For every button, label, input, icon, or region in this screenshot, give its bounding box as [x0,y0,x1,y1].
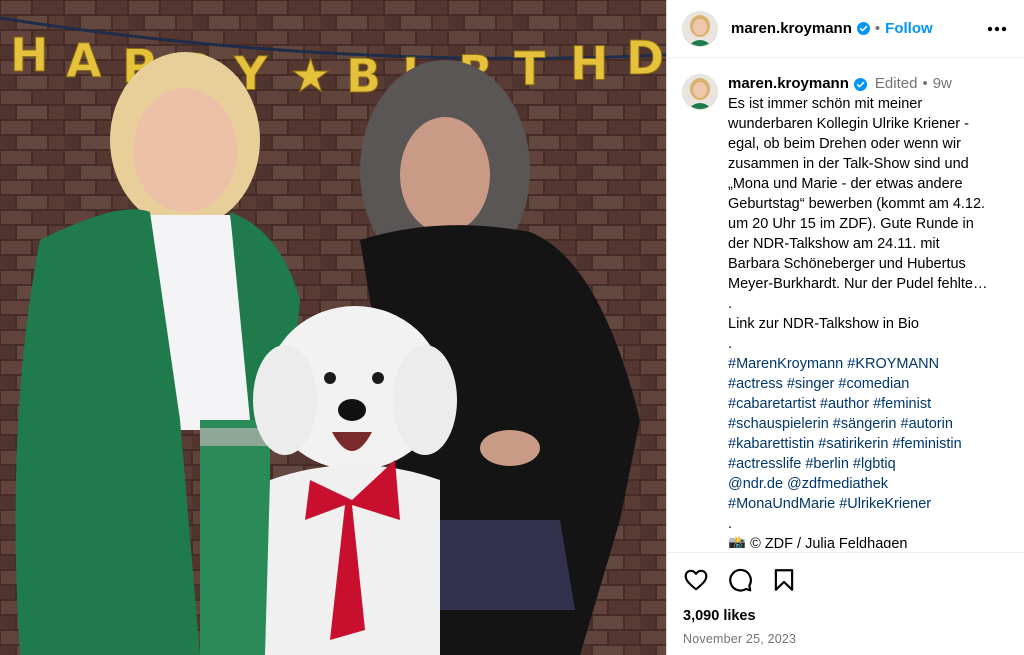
avatar[interactable] [683,11,717,46]
caption-separator: . [728,516,733,532]
caption-line: . [728,296,733,312]
post-date[interactable]: November 25, 2023 [683,632,1008,646]
hashtag-list: #MarenKroymann #KROYMANN #actress #singer… [728,354,1008,514]
caption-line: Barbara Schöneberger und Hubertus [728,256,966,272]
caption-username[interactable]: maren.kroymann [728,74,849,94]
verified-badge-icon [853,77,867,91]
action-icons [683,565,1008,595]
edited-label: Edited [874,75,918,92]
follow-button[interactable]: Follow [885,20,933,37]
hashtag-line[interactable]: #MonaUndMarie #UlrikeKriener [728,494,1008,514]
post-side-panel: maren.kroymann • Follow maren.kroymann E… [666,0,1024,655]
hashtag-line[interactable]: #actresslife #berlin #lgbtiq [728,454,1008,474]
caption-paragraph: Es ist immer schön mit meiner wunderbaren… [728,94,1008,354]
bookmark-icon[interactable] [771,567,797,593]
post-actions: 3,090 likes November 25, 2023 [667,552,1024,646]
more-options-icon[interactable] [986,18,1008,40]
instagram-post-view: HAPPY★BIRTHD [0,0,1024,655]
caption-header: maren.kroymann Edited • 9w [728,74,1008,94]
caption-line: der NDR-Talkshow am 24.11. mit [728,236,940,252]
caption-avatar[interactable] [683,75,717,109]
woman-left-face [133,88,237,212]
banner-letter: H [10,28,49,82]
hashtag-line[interactable]: #schauspielerin #sängerin #autorin [728,414,1008,434]
likes-count[interactable]: 3,090 likes [683,608,1008,624]
banner-letter: B [346,49,381,103]
woman-right-face [400,117,490,233]
caption-line: Link zur NDR-Talkshow in Bio [728,316,919,332]
caption-line: Meyer-Burkhardt. Nur der Pudel fehlte… [728,276,988,292]
caption-line: . [728,336,733,352]
caption: maren.kroymann Edited • 9w Es ist immer … [667,62,1024,548]
post-photo[interactable]: HAPPY★BIRTHD [0,0,666,655]
caption-line: Geburtstag“ bewerben (kommt am 4.12. [728,196,986,212]
hashtag-line[interactable]: #cabaretartist #author #feminist [728,394,1008,414]
woman-right-hand [480,430,540,466]
verified-badge-icon [856,22,870,35]
caption-line: wunderbaren Kollegin Ulrike Kriener - [728,116,969,132]
banner-letter: D [626,31,664,85]
hashtag-line[interactable]: #kabarettistin #satirikerin #feministin [728,434,1008,454]
caption-line: zusammen in der Talk-Show sind und [728,156,969,172]
banner-letter: T [514,41,546,95]
caption-line: egal, ob beim Drehen oder wenn wir [728,136,961,152]
caption-text: maren.kroymann Edited • 9w Es ist immer … [728,74,1008,548]
photo-illustration: HAPPY★BIRTHD [0,0,666,655]
banner-letter: H [570,37,609,91]
hashtag-line[interactable]: @ndr.de @zdfmediathek [728,474,1008,494]
post-header: maren.kroymann • Follow [667,0,1024,58]
heart-icon[interactable] [683,567,709,593]
hashtag-line[interactable]: #actress #singer #comedian [728,374,1008,394]
caption-scroll-area[interactable]: maren.kroymann Edited • 9w Es ist immer … [667,62,1024,548]
photo-credit: 📸 © ZDF / Julia Feldhagen [728,536,908,548]
caption-line: um 20 Uhr 15 im ZDF). Gute Runde in [728,216,974,232]
caption-line: Es ist immer schön mit meiner [728,96,923,112]
post-age[interactable]: 9w [933,74,952,94]
banner-letter: A [66,34,102,88]
separator-dot: • [874,20,881,37]
woman-left-skirt [200,420,270,655]
banner-letter: ★ [290,49,331,103]
hashtag-line[interactable]: #MarenKroymann #KROYMANN [728,354,1008,374]
comment-icon[interactable] [727,567,753,593]
poodle-nose [338,399,366,421]
header-username[interactable]: maren.kroymann [731,20,852,37]
caption-line: „Mona und Marie - der etwas andere [728,176,963,192]
separator-dot: • [922,75,928,92]
